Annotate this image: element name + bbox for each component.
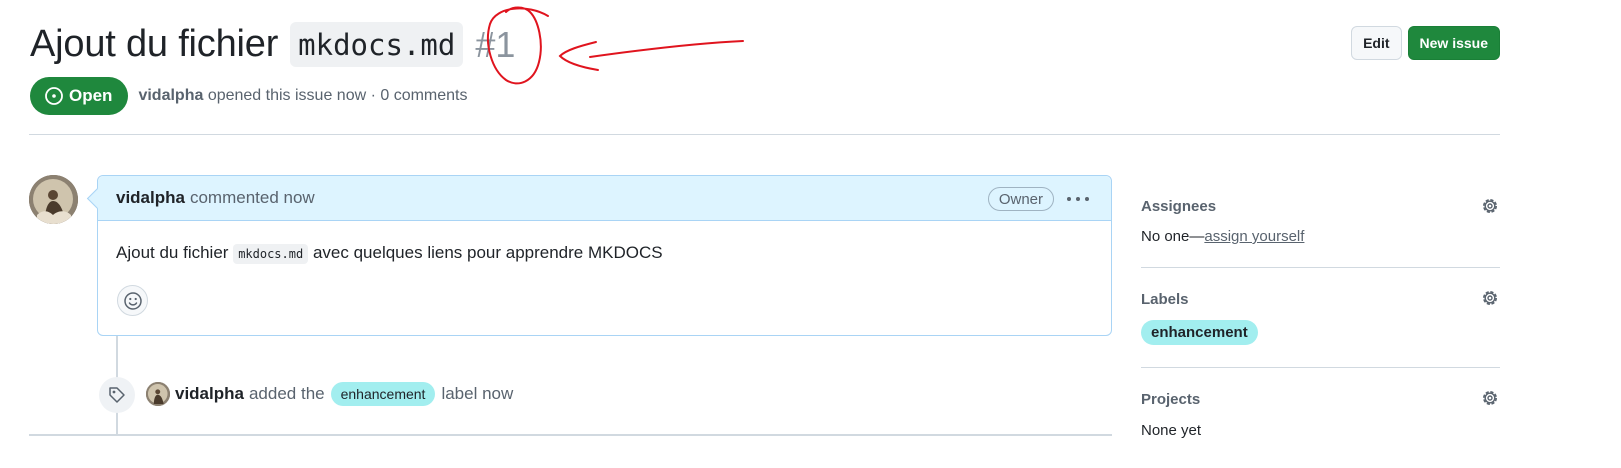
issue-author-link[interactable]: vidalpha	[138, 87, 203, 104]
tag-icon	[99, 377, 135, 413]
timeline-event: vidalpha added the enhancement label now	[146, 382, 513, 406]
avatar[interactable]	[29, 175, 78, 224]
kebab-icon[interactable]	[1067, 188, 1089, 210]
state-label: Open	[69, 86, 113, 105]
assignees-section: Assignees No one—assign yourself	[1141, 180, 1500, 268]
issue-meta-text: opened this issue now · 0 comments	[207, 87, 468, 104]
labels-heading[interactable]: Labels	[1141, 268, 1500, 308]
comment-body-text: Ajout du fichier	[116, 243, 229, 262]
gear-icon[interactable]	[1480, 288, 1500, 313]
event-suffix: label now	[441, 384, 514, 403]
comment-body: Ajout du fichier mkdocs.md avec quelques…	[98, 221, 1111, 264]
assignees-heading[interactable]: Assignees	[1141, 180, 1500, 215]
avatar[interactable]	[146, 382, 170, 406]
comment-header: vidalpha commented now Owner	[98, 176, 1111, 221]
assign-yourself-link[interactable]: assign yourself	[1204, 228, 1304, 245]
gear-icon[interactable]	[1480, 196, 1500, 221]
edit-button[interactable]: Edit	[1351, 26, 1402, 60]
issue-meta: vidalpha opened this issue now · 0 comme…	[138, 87, 467, 105]
comment-time: commented now	[189, 188, 315, 207]
assignees-value: No one—assign yourself	[1141, 228, 1500, 245]
header-divider	[29, 134, 1500, 135]
comment-inline-code: mkdocs.md	[233, 244, 309, 264]
state-badge: Open	[30, 77, 129, 115]
projects-value: None yet	[1141, 422, 1202, 439]
header-actions: Edit New issue	[1351, 26, 1500, 60]
owner-badge: Owner	[987, 187, 1054, 211]
event-action: added the	[248, 384, 325, 403]
label-badge[interactable]: enhancement	[330, 382, 436, 406]
issue-state-row: Open vidalpha opened this issue now · 0 …	[30, 77, 468, 115]
comment-body-text-2: avec quelques liens pour apprendre MKDOC…	[312, 243, 663, 262]
issue-title: Ajout du fichier mkdocs.md #1	[30, 22, 515, 67]
projects-section: Projects None yet	[1141, 368, 1500, 458]
label-badge[interactable]: enhancement	[1141, 320, 1258, 345]
issue-open-icon	[45, 87, 63, 105]
timeline-divider	[29, 434, 1112, 436]
projects-heading[interactable]: Projects	[1141, 368, 1500, 408]
smiley-icon[interactable]	[117, 285, 148, 316]
labels-section: Labels enhancement	[1141, 268, 1500, 368]
issue-title-code: mkdocs.md	[290, 22, 464, 67]
comment-author-link[interactable]: vidalpha	[116, 188, 185, 208]
issue-number: #1	[475, 23, 516, 65]
assignees-none: No one—	[1141, 228, 1205, 245]
gear-icon[interactable]	[1480, 388, 1500, 413]
new-issue-button[interactable]: New issue	[1407, 26, 1500, 60]
event-author-link[interactable]: vidalpha	[175, 384, 244, 404]
comment-box: vidalpha commented now Owner Ajout du fi…	[97, 175, 1112, 336]
issue-sidebar: Assignees No one—assign yourself Labels …	[1141, 180, 1500, 458]
issue-title-text: Ajout du fichier	[30, 23, 279, 65]
